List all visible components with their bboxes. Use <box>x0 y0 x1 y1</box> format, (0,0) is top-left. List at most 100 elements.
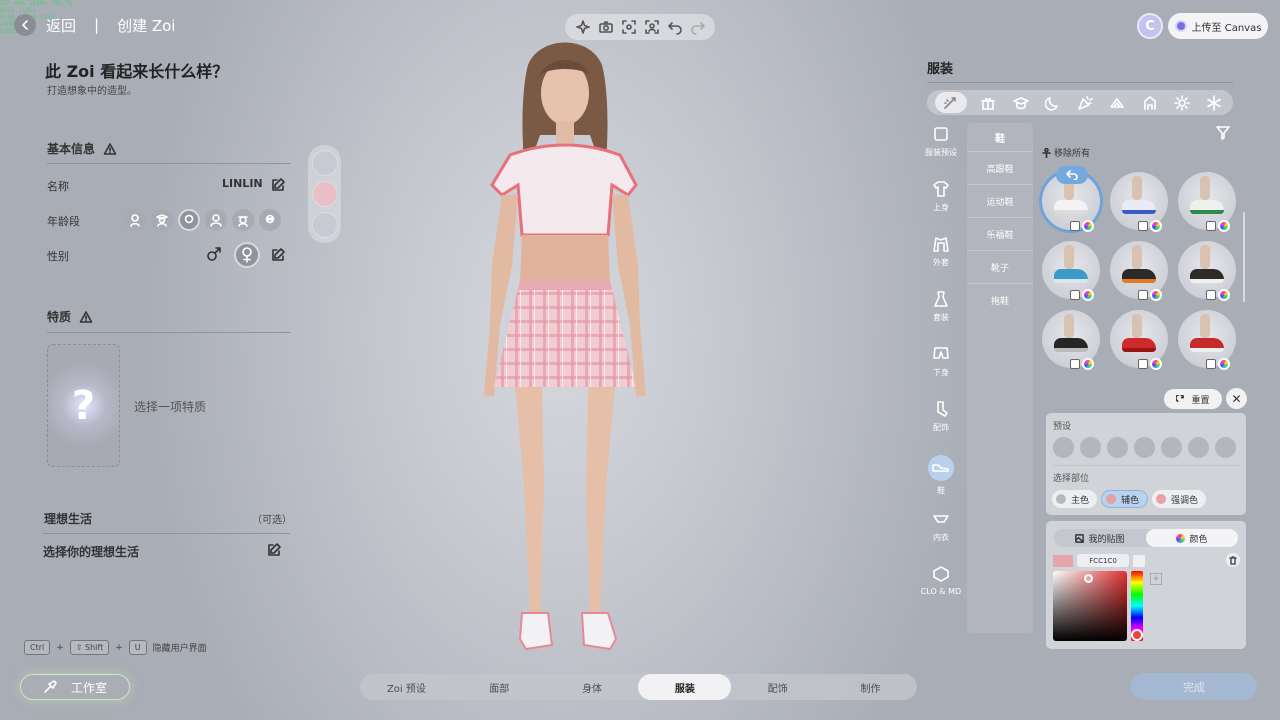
redo-icon[interactable] <box>690 19 706 35</box>
subcategory-boots[interactable]: 靴子 <box>967 250 1033 283</box>
child-icon[interactable] <box>151 209 173 231</box>
back-arrow-icon[interactable] <box>14 14 36 36</box>
bottoms-item[interactable]: 下身 <box>918 345 964 400</box>
shoes-item[interactable]: 鞋 <box>918 455 964 510</box>
close-button[interactable]: ✕ <box>1226 388 1247 409</box>
tab-zoi-preset[interactable]: Zoi 预设 <box>360 674 453 700</box>
picker-handle[interactable] <box>1084 574 1093 583</box>
fullbody-item[interactable]: 套装 <box>918 290 964 345</box>
tab-accessories[interactable]: 配饰 <box>731 674 824 700</box>
trait-prompt[interactable]: 选择一项特质 <box>134 398 206 415</box>
shoe-layer-thumb[interactable] <box>311 211 338 238</box>
undo-selection-icon[interactable] <box>1056 166 1088 184</box>
preset-swatch[interactable] <box>1214 436 1237 459</box>
gift-icon[interactable] <box>977 94 999 112</box>
shoe-thumbnail <box>1054 338 1088 352</box>
back-label[interactable]: 返回 <box>46 15 76 36</box>
tab-color[interactable]: 颜色 <box>1146 529 1238 547</box>
back-nav[interactable]: 返回 | 创建 Zoi <box>14 14 175 36</box>
add-swatch-button[interactable]: + <box>1150 573 1162 585</box>
avatar[interactable]: C <box>1137 13 1163 39</box>
accessory-item[interactable]: 配饰 <box>918 400 964 455</box>
preset-swatch[interactable] <box>1160 436 1183 459</box>
done-button[interactable]: 完成 <box>1131 673 1257 700</box>
preset-swatch[interactable] <box>1106 436 1129 459</box>
part-secondary[interactable]: 辅色 <box>1101 490 1149 508</box>
tab-my-textures[interactable]: 我的贴图 <box>1054 529 1146 547</box>
focus-face-icon[interactable] <box>644 19 660 35</box>
snowflake-icon[interactable] <box>1203 94 1225 112</box>
bottom-layer-thumb[interactable] <box>311 180 338 207</box>
elder-icon[interactable] <box>259 209 281 231</box>
outerwear-item[interactable]: 外套 <box>918 235 964 290</box>
tab-outfit[interactable]: 服装 <box>638 674 732 700</box>
clo-md-item[interactable]: CLO & MD <box>918 565 964 620</box>
preset-swatch[interactable] <box>1133 436 1156 459</box>
sun-icon[interactable] <box>1171 94 1193 112</box>
graduation-icon[interactable] <box>1010 94 1032 112</box>
part-accent[interactable]: 强调色 <box>1152 490 1207 508</box>
camera-icon[interactable] <box>598 19 614 35</box>
tab-face[interactable]: 面部 <box>453 674 546 700</box>
remove-all-button[interactable]: 移除所有 <box>1042 146 1090 159</box>
work-icon[interactable] <box>1139 94 1161 112</box>
hue-slider[interactable] <box>1131 571 1143 641</box>
shoe-item[interactable] <box>1110 241 1168 301</box>
preset-swatch[interactable] <box>1052 436 1075 459</box>
edit-icon[interactable] <box>270 177 286 193</box>
character-model[interactable] <box>440 35 690 665</box>
hex-input[interactable]: FCC1C0 <box>1077 554 1129 567</box>
preset-swatch[interactable] <box>1079 436 1102 459</box>
preset-swatch[interactable] <box>1187 436 1210 459</box>
trash-icon[interactable] <box>1226 553 1240 567</box>
undo-icon[interactable] <box>667 19 683 35</box>
scrollbar[interactable] <box>1243 212 1245 302</box>
shoe-item[interactable] <box>1178 241 1236 301</box>
tab-body[interactable]: 身体 <box>546 674 639 700</box>
texture-badge-icon <box>1070 359 1080 369</box>
frame-icon[interactable] <box>621 19 637 35</box>
warning-icon[interactable] <box>79 310 93 324</box>
shoe-item[interactable] <box>1178 310 1236 370</box>
shoe-item[interactable] <box>1110 172 1168 232</box>
upload-canvas-button[interactable]: 上传至 Canvas <box>1168 13 1268 39</box>
sparkle-icon[interactable] <box>575 19 591 35</box>
young-adult-icon[interactable] <box>178 209 200 231</box>
ideal-life-prompt[interactable]: 选择你的理想生活 <box>43 543 139 560</box>
trait-slot[interactable]: ? <box>47 344 120 467</box>
saturation-picker[interactable] <box>1053 571 1127 641</box>
infant-icon[interactable] <box>124 209 146 231</box>
top-layer-thumb[interactable] <box>311 150 338 177</box>
part-primary[interactable]: 主色 <box>1052 490 1098 508</box>
tops-item[interactable]: 上身 <box>918 180 964 235</box>
edit-gender-icon[interactable] <box>270 247 286 263</box>
underwear-item[interactable]: 内衣 <box>918 510 964 565</box>
all-styles-icon[interactable] <box>935 92 967 113</box>
subcategory-sneakers[interactable]: 运动鞋 <box>967 184 1033 217</box>
male-icon[interactable] <box>206 246 222 262</box>
hue-handle[interactable] <box>1131 629 1143 641</box>
shoe-item[interactable] <box>1042 241 1100 301</box>
subcategory-slippers[interactable]: 拖鞋 <box>967 283 1033 316</box>
shoe-item[interactable] <box>1110 310 1168 370</box>
traits-heading: 特质 <box>47 308 93 325</box>
subcategory-heels[interactable]: 高跟鞋 <box>967 151 1033 184</box>
previous-color-swatch[interactable] <box>1133 554 1145 567</box>
shoe-item[interactable] <box>1042 310 1100 370</box>
adult-icon[interactable] <box>205 209 227 231</box>
outfit-preset-item[interactable]: 服装预设 <box>918 125 964 180</box>
reset-button[interactable]: 重置 <box>1164 389 1222 409</box>
sport-icon[interactable] <box>1106 94 1128 112</box>
subcategory-loafers[interactable]: 乐福鞋 <box>967 217 1033 250</box>
tab-craft[interactable]: 制作 <box>824 674 917 700</box>
edit-ideal-life-icon[interactable] <box>266 542 282 558</box>
female-icon[interactable] <box>234 242 260 268</box>
shoe-item[interactable] <box>1178 172 1236 232</box>
color-wheel-icon <box>1176 533 1186 543</box>
party-icon[interactable] <box>1074 94 1096 112</box>
moon-icon[interactable] <box>1042 94 1064 112</box>
middle-age-icon[interactable] <box>232 209 254 231</box>
studio-button[interactable]: 工作室 <box>20 674 130 700</box>
warning-icon[interactable] <box>103 142 117 156</box>
filter-icon[interactable] <box>1215 125 1231 141</box>
